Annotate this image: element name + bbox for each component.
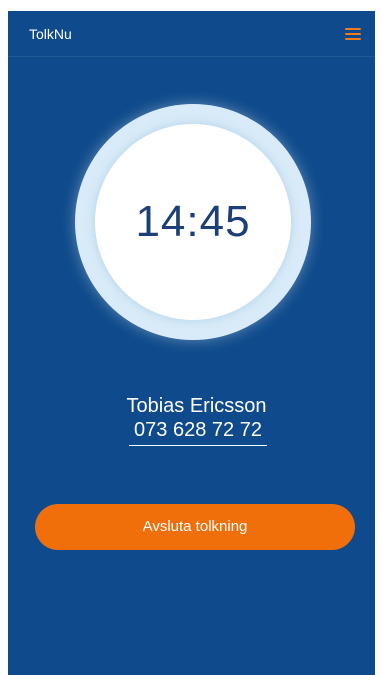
caller-phone-number: 073 628 72 72 (129, 418, 267, 446)
app-title: TolkNu (29, 26, 72, 42)
hamburger-menu-icon[interactable] (343, 25, 363, 43)
end-interpretation-button[interactable]: Avsluta tolkning (35, 504, 355, 550)
call-panel: 14:45 Tobias Ericsson 073 628 72 72 Avsl… (8, 57, 375, 675)
top-app-bar: TolkNu (8, 11, 375, 57)
timer-face: 14:45 (95, 124, 291, 320)
caller-name: Tobias Ericsson (126, 395, 267, 417)
app-screen: TolkNu 14:45 Tobias Ericsson 073 628 72 … (8, 11, 375, 675)
call-timer: 14:45 (135, 197, 251, 246)
timer-ring: 14:45 (75, 104, 311, 340)
